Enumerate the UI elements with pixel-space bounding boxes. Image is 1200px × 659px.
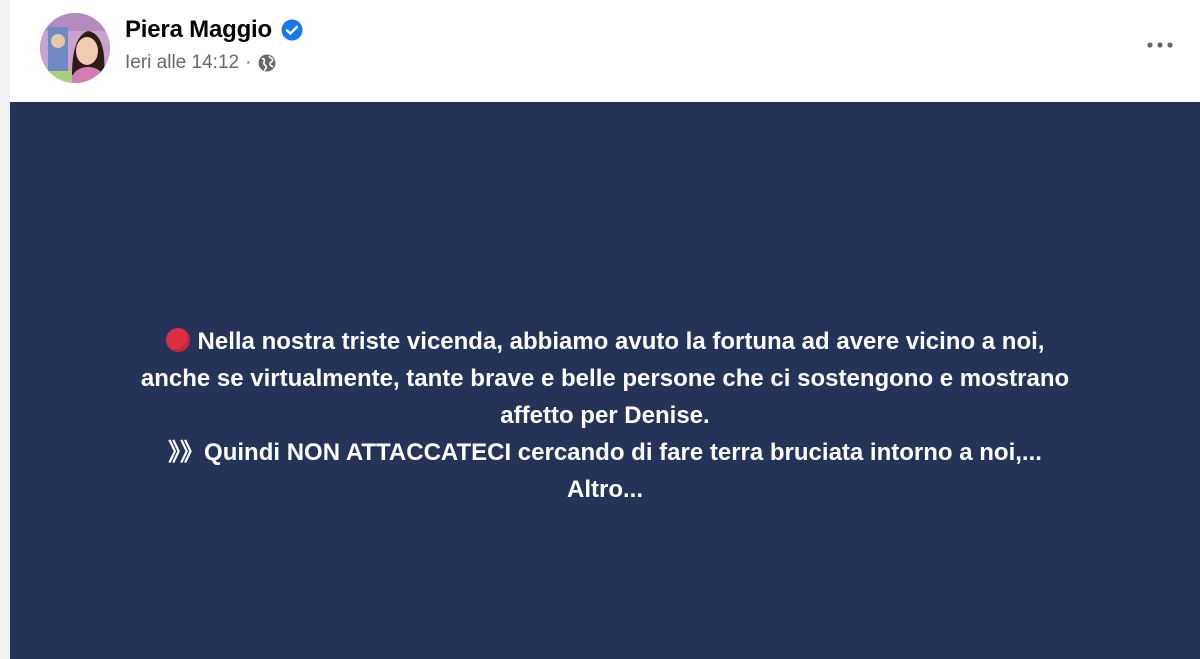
post-text-line-1: Nella nostra triste vicenda, abbiamo avu… xyxy=(197,328,1045,355)
post-text-line: Nella nostra triste vicenda, abbiamo avu… xyxy=(50,323,1160,360)
post-header: Piera Maggio Ieri alle 14:12 · xyxy=(10,0,1200,102)
more-options-button[interactable] xyxy=(1142,30,1178,60)
post-timestamp[interactable]: Ieri alle 14:12 xyxy=(125,52,239,74)
avatar-image xyxy=(40,13,110,83)
author-avatar[interactable] xyxy=(40,13,110,83)
post-text: Nella nostra triste vicenda, abbiamo avu… xyxy=(50,323,1160,508)
post-text-line-3: affetto per Denise. xyxy=(500,402,710,429)
verified-badge-icon xyxy=(281,19,303,41)
post-card: Piera Maggio Ieri alle 14:12 · Nella nos… xyxy=(10,0,1200,659)
post-text-line-2: anche se virtualmente, tante brave e bel… xyxy=(140,365,1070,392)
meta-separator: · xyxy=(245,52,252,73)
globe-icon[interactable] xyxy=(257,53,277,73)
post-text-line-4: 》》Quindi NON ATTACCATECI cercando di far… xyxy=(168,439,1042,466)
post-meta: Ieri alle 14:12 · xyxy=(125,50,277,76)
page: Piera Maggio Ieri alle 14:12 · Nella nos… xyxy=(0,0,1200,659)
author-name[interactable]: Piera Maggio xyxy=(125,16,272,44)
red-circle-icon xyxy=(165,328,190,352)
author-row: Piera Maggio xyxy=(125,14,303,46)
see-more-link[interactable]: Altro... xyxy=(50,471,1160,508)
more-options-icon xyxy=(1147,42,1173,48)
